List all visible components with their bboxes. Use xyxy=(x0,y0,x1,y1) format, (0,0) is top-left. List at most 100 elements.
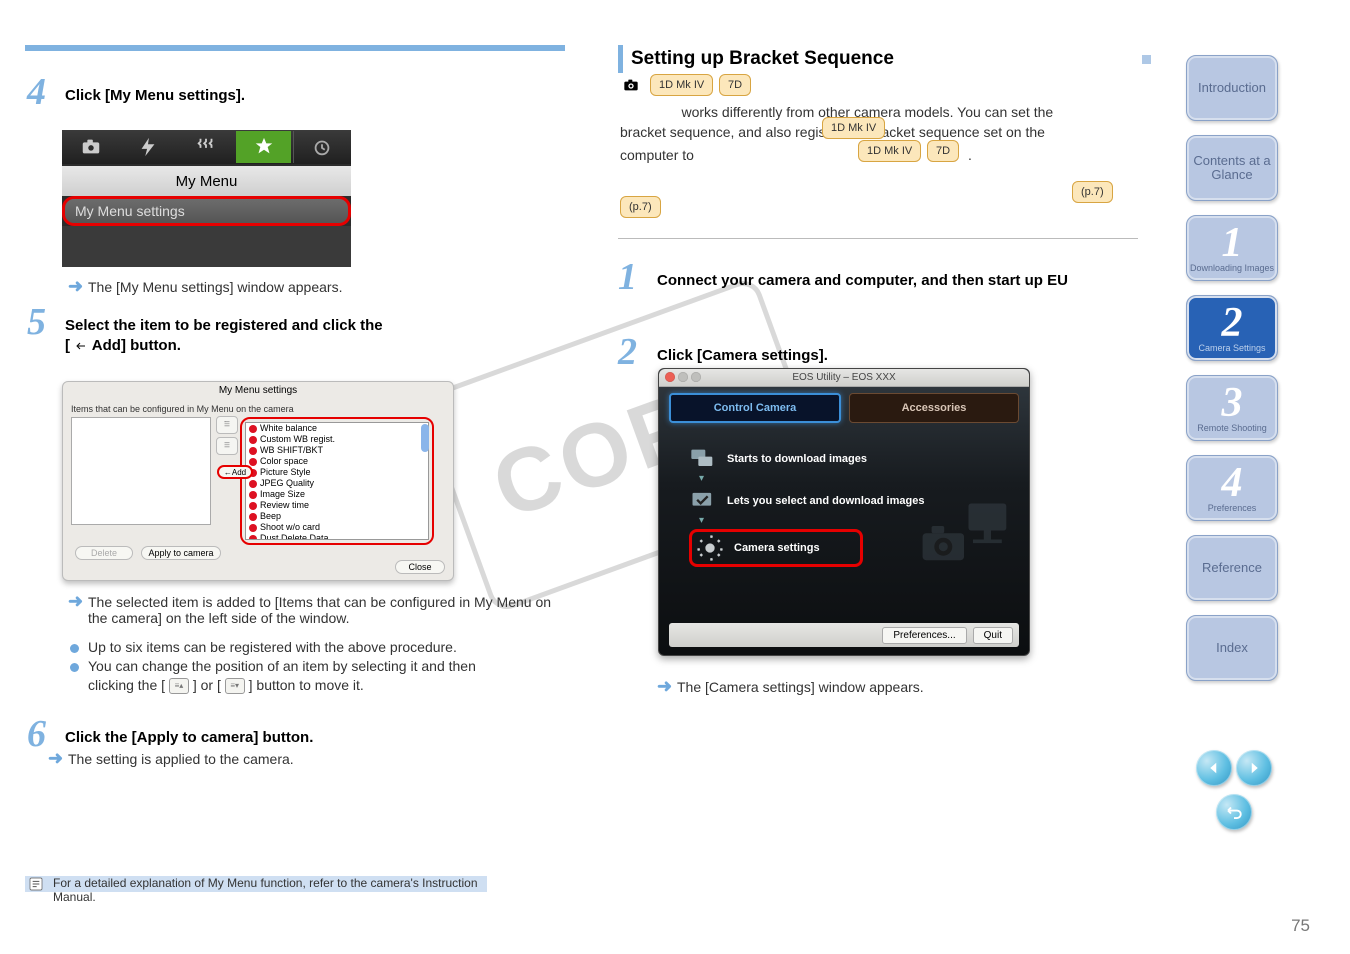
camera-tab-bar xyxy=(62,130,351,164)
footnote-icon xyxy=(27,876,45,892)
step-5-text-a: Select the item to be registered and cli… xyxy=(65,317,565,334)
step-number-6: 6 xyxy=(27,712,46,756)
util-bottom-bar: Preferences... Quit xyxy=(669,623,1019,647)
available-item: Beep xyxy=(246,511,428,522)
dialog-title: My Menu settings xyxy=(63,382,453,399)
back-button[interactable] xyxy=(1216,794,1252,830)
section-marker xyxy=(1142,55,1151,64)
nav-label: Index xyxy=(1216,641,1248,655)
scrollbar-thumb xyxy=(421,424,429,452)
monitor-check-icon xyxy=(689,489,717,513)
nav-chapter-4[interactable]: 4Preferences xyxy=(1186,455,1278,521)
nav-chapter-1[interactable]: 1Downloading Images xyxy=(1186,215,1278,281)
nav-reference[interactable]: Reference xyxy=(1186,535,1278,601)
add-left-arrow-icon xyxy=(74,340,88,352)
nav-big-number: 1 xyxy=(1222,222,1243,264)
page-number: 75 xyxy=(1291,916,1310,936)
camera-tab-shooting-icon xyxy=(63,131,119,163)
configured-items-list xyxy=(71,417,211,525)
step-number-8: 2 xyxy=(618,330,637,374)
apply-to-camera-button: Apply to camera xyxy=(141,546,221,560)
ref-key-5: 7D xyxy=(927,140,959,162)
nav-big-number: 4 xyxy=(1222,462,1243,504)
page-ref-7[interactable]: (p.7) xyxy=(1072,181,1113,203)
traffic-max-icon xyxy=(691,372,701,382)
quit-button: Quit xyxy=(973,627,1013,644)
ref-key-3: 1D Mk IV xyxy=(822,117,885,139)
sort-up-icon: ≡▴ xyxy=(169,678,189,694)
ref-key-4: 1D Mk IV xyxy=(858,140,921,162)
gear-icon xyxy=(696,536,724,560)
camera-tab-flash-icon xyxy=(121,131,177,163)
nav-introduction[interactable]: Introduction xyxy=(1186,55,1278,121)
starts-download-option: Starts to download images xyxy=(689,447,867,471)
available-item: Image Size xyxy=(246,489,428,500)
camera-tab-mymenu-icon xyxy=(236,131,292,163)
nav-chapter-3[interactable]: 3Remote Shooting xyxy=(1186,375,1278,441)
down-arrow-icon: ▾ xyxy=(699,473,709,481)
dialog-left-label: Items that can be configured in My Menu … xyxy=(71,404,294,414)
nav-index[interactable]: Index xyxy=(1186,615,1278,681)
close-button: Close xyxy=(395,560,445,574)
step-5-bullet-1: Up to six items can be registered with t… xyxy=(88,639,568,655)
step-5-text-b: [ Add] button. xyxy=(65,337,181,354)
section-rule xyxy=(25,45,565,51)
screenshot-eos-utility: EOS Utility – EOS XXX Control Camera Acc… xyxy=(658,368,1030,656)
nav-label: Preferences xyxy=(1208,504,1257,514)
step-number-4: 4 xyxy=(27,70,46,114)
opt1-label: Starts to download images xyxy=(727,453,867,465)
opt3-label: Camera settings xyxy=(734,542,820,554)
sidebar-nav: Introduction Contents at a Glance 1Downl… xyxy=(1186,55,1278,695)
result-arrow-icon: ➜ xyxy=(657,676,672,697)
select-download-option: Lets you select and download images xyxy=(689,489,924,513)
step-4-result: The [My Menu settings] window appears. xyxy=(88,279,342,295)
step-7-text: Connect your camera and computer, and th… xyxy=(657,272,1137,289)
available-item: Custom WB regist. xyxy=(246,434,428,445)
delete-button: Delete xyxy=(75,546,133,560)
available-item: Dust Delete Data xyxy=(246,533,428,540)
add-button: ←Add xyxy=(217,465,253,479)
nav-label: Camera Settings xyxy=(1198,344,1265,354)
nav-label: Remote Shooting xyxy=(1197,424,1267,434)
available-item: Color space xyxy=(246,456,428,467)
nav-chapter-2[interactable]: 2Camera Settings xyxy=(1186,295,1278,361)
footnote-text: For a detailed explanation of My Menu fu… xyxy=(53,876,483,904)
nav-big-number: 3 xyxy=(1222,382,1243,424)
available-item: Review time xyxy=(246,500,428,511)
nav-label: Downloading Images xyxy=(1190,264,1274,274)
down-arrow-icon: ▾ xyxy=(699,515,709,523)
camera-settings-option: Camera settings xyxy=(689,529,863,567)
monitor-stack-icon xyxy=(689,447,717,471)
ref-key-1: 1D Mk IV xyxy=(650,74,713,96)
intro-l3a: computer to xyxy=(620,147,694,163)
move-down-button xyxy=(216,437,238,455)
nav-contents[interactable]: Contents at a Glance xyxy=(1186,135,1278,201)
camera-tab-timer-icon xyxy=(293,131,350,163)
nav-big-number: 2 xyxy=(1222,302,1243,344)
util-titlebar: EOS Utility – EOS XXX xyxy=(659,369,1029,387)
nav-label: Reference xyxy=(1202,561,1262,575)
step-number-5: 5 xyxy=(27,300,46,344)
bracket-open: [ xyxy=(65,337,70,354)
next-page-button[interactable] xyxy=(1236,750,1272,786)
step-6-result: The setting is applied to the camera. xyxy=(68,751,294,767)
ref-key-2: 7D xyxy=(719,74,751,96)
intro-l3b: . xyxy=(968,147,972,163)
prev-page-button[interactable] xyxy=(1196,750,1232,786)
bullet-icon xyxy=(70,663,79,672)
util-title-text: EOS Utility – EOS XXX xyxy=(792,372,895,383)
opt2-label: Lets you select and download images xyxy=(727,495,924,507)
camera-graphic-icon xyxy=(919,499,1009,579)
section-underline xyxy=(618,238,1138,239)
available-item: Picture Style xyxy=(246,467,428,478)
control-camera-tab: Control Camera xyxy=(669,393,841,423)
available-items-highlight: White balanceCustom WB regist.WB SHIFT/B… xyxy=(240,417,434,545)
step-5-bullet-2a: You can change the position of an item b… xyxy=(88,658,568,674)
nav-label: Contents at a Glance xyxy=(1187,154,1277,183)
result-arrow-icon: ➜ xyxy=(68,591,83,612)
sort-down-icon: ≡▾ xyxy=(225,678,245,694)
camera-tab-tools-icon xyxy=(178,131,234,163)
step-7-ref-bottom[interactable]: (p.7) xyxy=(620,196,661,218)
section-title: Setting up Bracket Sequence xyxy=(618,45,1131,73)
step-5-text-c: Add] button. xyxy=(92,337,181,354)
